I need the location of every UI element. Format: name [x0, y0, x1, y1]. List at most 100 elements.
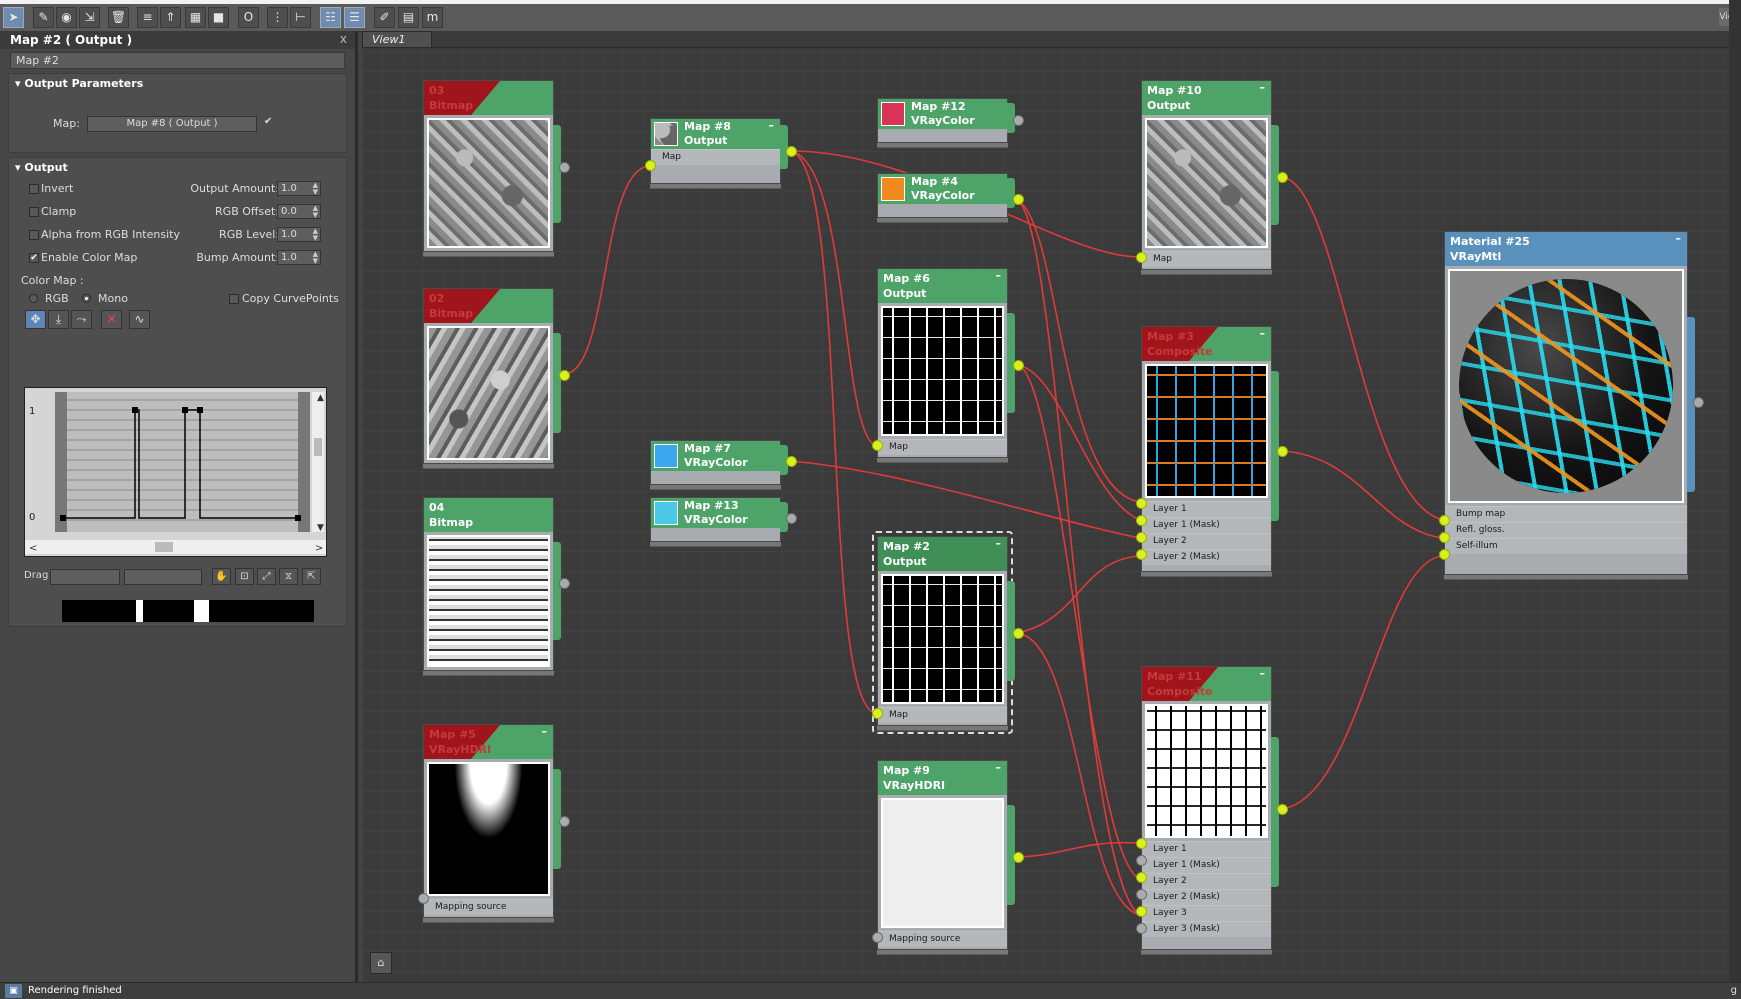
reset-curve-icon[interactable]: ∿: [129, 310, 150, 329]
input-socket[interactable]: [1136, 872, 1147, 883]
node-header[interactable]: – Map #3 Composite: [1142, 327, 1271, 361]
node-map9-vrayhdri[interactable]: – Map #9 VRayHDRI Mapping source: [872, 760, 1024, 950]
output-socket[interactable]: [786, 513, 797, 524]
pencil-icon[interactable]: ✎: [33, 7, 54, 28]
graph-hscroll-thumb[interactable]: [155, 542, 173, 552]
show-background-icon[interactable]: ▦: [185, 7, 206, 28]
scroll-down-icon[interactable]: ▼: [317, 523, 324, 533]
curve-point[interactable]: [295, 515, 301, 521]
node-map8-output[interactable]: Map #8 Output – Map: [645, 118, 797, 184]
move-children-icon[interactable]: ⇑: [160, 7, 181, 28]
node-map7-vraycolor[interactable]: Map #7 VRayColor: [650, 440, 797, 485]
node-header[interactable]: 04 Bitmap: [424, 498, 553, 532]
output-socket[interactable]: [1277, 172, 1288, 183]
navigator-icon[interactable]: ▤: [398, 7, 419, 28]
graph-hscrollbar[interactable]: [25, 540, 326, 554]
node-map13-vraycolor[interactable]: Map #13 VRayColor: [650, 497, 797, 542]
input-socket[interactable]: [1136, 838, 1147, 849]
node-header[interactable]: – Map #5 VRayHDRI: [424, 725, 553, 759]
rgb-offset-spinner[interactable]: 0.0 ▲ ▼: [277, 204, 321, 219]
node-header[interactable]: Map #7 VRayColor: [651, 441, 780, 471]
input-socket[interactable]: [645, 160, 656, 171]
node-header[interactable]: – Material #25 VRayMtl: [1445, 232, 1687, 266]
scroll-up-icon[interactable]: ▲: [317, 393, 324, 403]
zoom-region-icon[interactable]: ⇱: [302, 568, 321, 585]
node-map4-vraycolor[interactable]: Map #4 VRayColor: [877, 173, 1024, 218]
mono-radio[interactable]: [82, 294, 91, 303]
show-map-icon[interactable]: ■: [208, 7, 229, 28]
input-socket[interactable]: [418, 893, 429, 904]
input-socket[interactable]: [1136, 889, 1147, 900]
output-socket[interactable]: [1013, 628, 1024, 639]
input-socket[interactable]: [1136, 515, 1147, 526]
zoom-vertical-icon[interactable]: ⧖: [279, 568, 298, 585]
position-field[interactable]: [50, 569, 120, 585]
node-map6-output[interactable]: – Map #6 Output Map: [872, 268, 1024, 458]
delete-icon[interactable]: 🗑: [108, 7, 129, 28]
node-map3-composite[interactable]: – Map #3 Composite Layer 1 Layer 1 (Mask) …: [1136, 326, 1288, 572]
tab-view1[interactable]: View1: [362, 31, 432, 48]
copy-curve-checkbox[interactable]: [229, 294, 239, 304]
color-map-graph[interactable]: ▲ ▼ < > 1 0: [24, 387, 327, 557]
slot-map[interactable]: Map: [1142, 251, 1271, 267]
output-socket[interactable]: [1693, 397, 1704, 408]
clamp-checkbox[interactable]: [29, 207, 39, 217]
input-socket[interactable]: [1136, 906, 1147, 917]
node-header[interactable]: Map #12 VRayColor: [878, 99, 1007, 129]
rgb-level-spinner[interactable]: 1.0 ▲ ▼: [277, 227, 321, 242]
slot-layer2-mask[interactable]: Layer 2 (Mask): [1142, 889, 1271, 905]
output-socket[interactable]: [1013, 115, 1024, 126]
node-03-bitmap[interactable]: 03 Bitmap: [423, 80, 570, 252]
layout-all-icon[interactable]: ⋮: [267, 7, 288, 28]
slot-map[interactable]: Map: [878, 439, 1007, 455]
node-header[interactable]: Map #8 Output –: [651, 119, 780, 149]
node-map2-output[interactable]: – Map #2 Output Map: [872, 536, 1024, 726]
node-04-bitmap[interactable]: 04 Bitmap: [423, 497, 570, 671]
rgb-radio[interactable]: [29, 294, 38, 303]
curve-point[interactable]: [132, 407, 138, 413]
node-map5-vrayhdri[interactable]: – Map #5 VRayHDRI Mapping source: [418, 724, 570, 918]
scale-point-icon[interactable]: ⤓: [48, 310, 69, 329]
m-button[interactable]: m: [422, 7, 443, 28]
input-socket[interactable]: [1136, 252, 1147, 263]
node-material25-vraymtl[interactable]: – Material #25 VRayMtl Bump map Refl. glos…: [1439, 231, 1704, 575]
bump-amount-spinner[interactable]: 1.0 ▲ ▼: [277, 250, 321, 265]
output-socket[interactable]: [1277, 446, 1288, 457]
output-socket[interactable]: [559, 578, 570, 589]
slot-map[interactable]: Map: [878, 707, 1007, 723]
graph-vscrollbar[interactable]: [312, 392, 324, 532]
curve-point[interactable]: [182, 407, 188, 413]
node-header[interactable]: – Map #9 VRayHDRI: [878, 761, 1007, 795]
node-header[interactable]: 02 Bitmap: [424, 289, 553, 323]
checkmark-icon[interactable]: ✔: [264, 116, 272, 127]
insert-point-icon[interactable]: ⤳: [71, 310, 92, 329]
output-socket[interactable]: [559, 370, 570, 381]
view-parameters-icon[interactable]: ☷: [320, 7, 341, 28]
collapse-icon[interactable]: –: [996, 269, 1002, 283]
value-field[interactable]: [124, 569, 202, 585]
input-socket[interactable]: [872, 932, 883, 943]
collapse-icon[interactable]: –: [1260, 667, 1266, 681]
scroll-right-icon[interactable]: >: [315, 543, 323, 554]
input-socket[interactable]: [1136, 855, 1147, 866]
input-socket[interactable]: [1136, 923, 1147, 934]
pick-icon[interactable]: ✐: [374, 7, 395, 28]
collapse-icon[interactable]: –: [542, 725, 548, 739]
node-header[interactable]: Map #4 VRayColor: [878, 174, 1007, 204]
node-map10-output[interactable]: – Map #10 Output Map: [1136, 80, 1288, 270]
node-header[interactable]: – Map #2 Output: [878, 537, 1007, 571]
scroll-left-icon[interactable]: <: [29, 543, 37, 554]
output-socket[interactable]: [1277, 804, 1288, 815]
output-socket[interactable]: [1013, 852, 1024, 863]
input-socket[interactable]: [1439, 549, 1450, 560]
output-socket[interactable]: [786, 146, 797, 157]
slot-bump-map[interactable]: Bump map: [1445, 506, 1687, 522]
spinner-arrows-icon[interactable]: ▲ ▼: [313, 205, 318, 219]
input-socket[interactable]: [1439, 532, 1450, 543]
node-header[interactable]: – Map #10 Output: [1142, 81, 1271, 115]
node-map12-vraycolor[interactable]: Map #12 VRayColor: [877, 98, 1024, 143]
input-socket[interactable]: [1439, 515, 1450, 526]
slot-map[interactable]: Map: [651, 149, 780, 165]
map-slot-button[interactable]: Map #8 ( Output ): [87, 116, 257, 132]
output-socket[interactable]: [559, 162, 570, 173]
